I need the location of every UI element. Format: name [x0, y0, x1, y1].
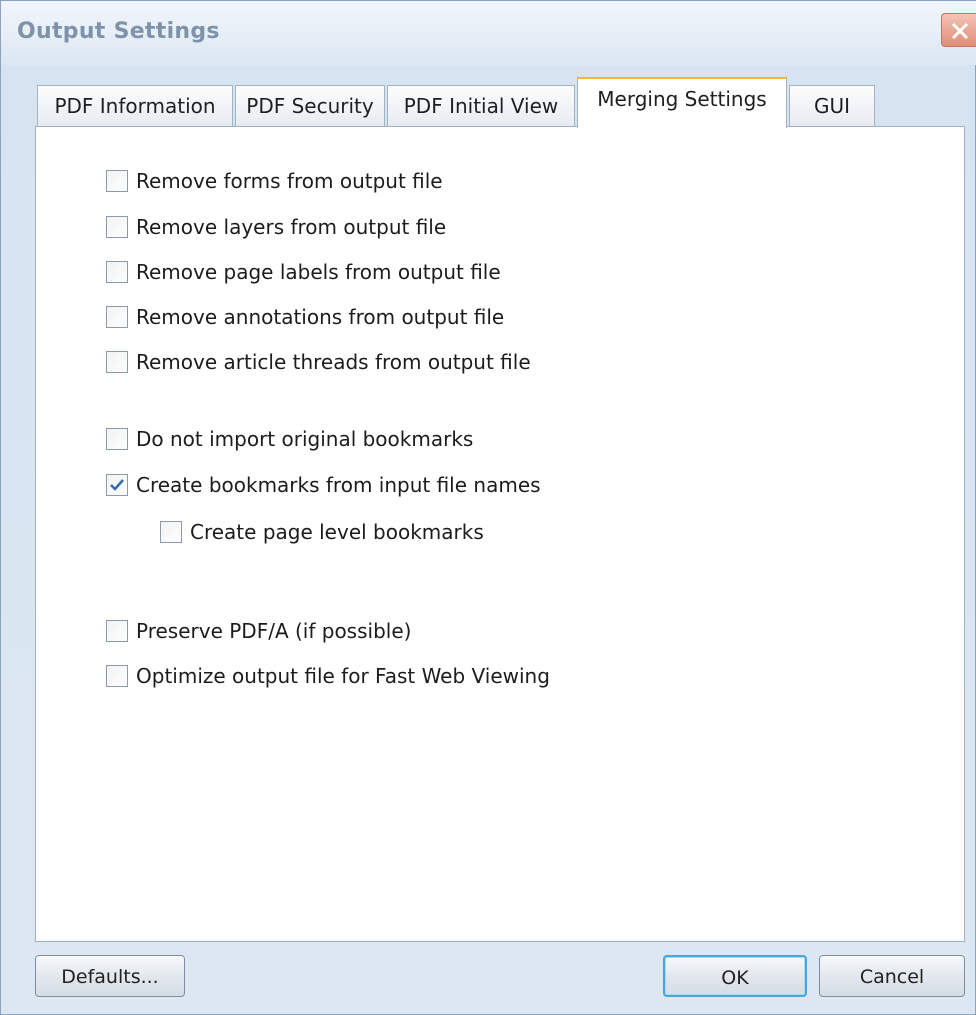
option-label: Do not import original bookmarks	[136, 427, 474, 451]
page-level-bookmarks-checkbox[interactable]	[160, 521, 182, 543]
defaults-button[interactable]: Defaults...	[35, 955, 185, 997]
remove-layers-checkbox[interactable]	[106, 216, 128, 238]
option-create-bookmarks-from-names[interactable]: Create bookmarks from input file names	[106, 473, 541, 497]
option-remove-annotations[interactable]: Remove annotations from output file	[106, 305, 504, 329]
tab-pdf-information[interactable]: PDF Information	[37, 85, 233, 127]
output-settings-dialog: Output Settings PDF Information PDF Secu…	[0, 0, 976, 1015]
option-label: Remove article threads from output file	[136, 350, 531, 374]
checkmark-icon	[110, 479, 124, 491]
tab-pdf-security[interactable]: PDF Security	[235, 85, 385, 127]
title-bar: Output Settings	[1, 1, 976, 65]
option-label: Remove forms from output file	[136, 169, 443, 193]
tab-merging-settings[interactable]: Merging Settings	[577, 77, 787, 128]
option-remove-page-labels[interactable]: Remove page labels from output file	[106, 260, 501, 284]
preserve-pdfa-checkbox[interactable]	[106, 620, 128, 642]
option-preserve-pdfa[interactable]: Preserve PDF/A (if possible)	[106, 619, 411, 643]
cancel-button[interactable]: Cancel	[819, 955, 965, 997]
remove-article-threads-checkbox[interactable]	[106, 351, 128, 373]
option-label: Preserve PDF/A (if possible)	[136, 619, 412, 643]
option-label: Create bookmarks from input file names	[136, 473, 541, 497]
option-label: Remove layers from output file	[136, 215, 447, 239]
remove-page-labels-checkbox[interactable]	[106, 261, 128, 283]
option-fast-web-view[interactable]: Optimize output file for Fast Web Viewin…	[106, 664, 550, 688]
close-button[interactable]	[941, 13, 976, 47]
fast-web-view-checkbox[interactable]	[106, 665, 128, 687]
ok-button[interactable]: OK	[663, 955, 807, 997]
option-do-not-import-bookmarks[interactable]: Do not import original bookmarks	[106, 427, 473, 451]
option-label: Optimize output file for Fast Web Viewin…	[136, 664, 550, 688]
create-bookmarks-checkbox[interactable]	[106, 474, 128, 496]
tab-pdf-initial-view[interactable]: PDF Initial View	[387, 85, 575, 127]
option-create-page-level-bookmarks[interactable]: Create page level bookmarks	[160, 520, 484, 544]
tab-gui[interactable]: GUI	[789, 85, 875, 127]
remove-forms-checkbox[interactable]	[106, 170, 128, 192]
remove-annotations-checkbox[interactable]	[106, 306, 128, 328]
option-label: Remove annotations from output file	[136, 305, 505, 329]
do-not-import-bookmarks-checkbox[interactable]	[106, 428, 128, 450]
tab-strip: PDF Information PDF Security PDF Initial…	[37, 77, 937, 128]
option-label: Remove page labels from output file	[136, 260, 501, 284]
option-remove-forms[interactable]: Remove forms from output file	[106, 169, 443, 193]
dialog-title: Output Settings	[17, 19, 220, 44]
option-remove-layers[interactable]: Remove layers from output file	[106, 215, 446, 239]
option-label: Create page level bookmarks	[190, 520, 484, 544]
close-icon	[951, 22, 969, 40]
merging-settings-panel: Remove forms from output file Remove lay…	[35, 126, 965, 942]
option-remove-article-threads[interactable]: Remove article threads from output file	[106, 350, 531, 374]
